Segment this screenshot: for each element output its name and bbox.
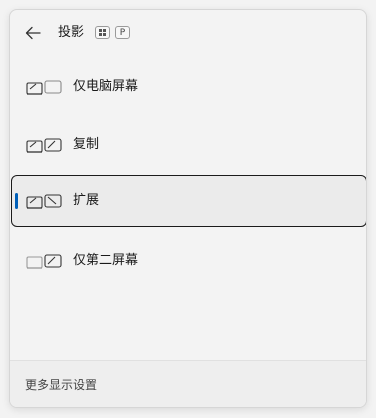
option-label: 复制 xyxy=(73,137,100,152)
option-extend[interactable]: 扩展 xyxy=(11,175,366,227)
option-pc-screen-only[interactable]: 仅电脑屏幕 xyxy=(12,62,366,114)
option-label: 扩展 xyxy=(73,193,100,208)
pc-screen-only-icon xyxy=(26,80,62,95)
project-panel: 投影 P 仅电脑屏幕 复制 扩展 仅第二屏幕 更多显示设置 xyxy=(9,9,367,408)
option-label: 仅电脑屏幕 xyxy=(73,79,139,94)
option-second-screen-only[interactable]: 仅第二屏幕 xyxy=(12,236,366,288)
panel-title: 投影 xyxy=(58,25,85,40)
panel-header: 投影 P xyxy=(10,10,366,56)
more-display-settings-link[interactable]: 更多显示设置 xyxy=(25,376,97,394)
option-duplicate[interactable]: 复制 xyxy=(12,120,366,172)
arrow-left-icon xyxy=(25,26,41,40)
shortcut-key-p: P xyxy=(115,26,130,39)
duplicate-icon xyxy=(26,138,62,153)
windows-key-icon xyxy=(95,26,110,39)
extend-icon xyxy=(26,194,62,209)
option-label: 仅第二屏幕 xyxy=(73,253,139,268)
selection-indicator xyxy=(15,193,18,209)
panel-footer: 更多显示设置 xyxy=(10,360,366,407)
back-button[interactable] xyxy=(20,22,46,44)
second-screen-only-icon xyxy=(26,254,62,269)
